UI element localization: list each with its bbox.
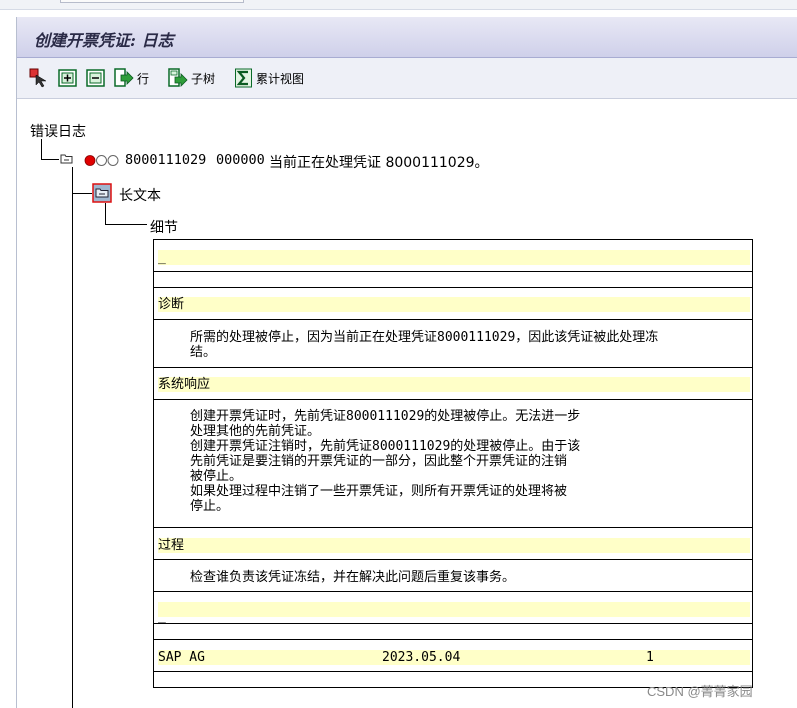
tree-root-label[interactable]: 错误日志 — [30, 121, 86, 141]
select-detail-button[interactable] — [29, 67, 49, 89]
highlight-bar — [158, 538, 750, 553]
divider — [154, 671, 752, 672]
divider — [154, 367, 752, 368]
log-tree-area: 错误日志 8000111029 000000 当前正在处理凭证 80001110… — [17, 99, 797, 708]
system-response-line: 创建开票凭证注销时，先前凭证8000111029的处理被停止。由于该 — [190, 439, 581, 454]
system-response-line: 如果处理过程中注销了一些开票凭证，则所有开票凭证的处理将被 — [190, 484, 568, 499]
message-doc-no: 8000111029 — [125, 152, 207, 168]
collapse-all-icon — [86, 69, 105, 87]
top-tab[interactable] — [60, 0, 244, 3]
divider — [154, 287, 752, 288]
sigma-icon — [235, 68, 252, 88]
system-response-line: 处理其他的先前凭证。 — [190, 424, 321, 439]
highlight-bar — [158, 297, 750, 312]
top-strip — [0, 0, 797, 10]
collapse-all-button[interactable] — [86, 67, 106, 89]
row-icon — [114, 68, 134, 87]
title-bar: 创建开票凭证: 日志 — [17, 17, 797, 58]
footer-date: 2023.05.04 — [382, 650, 461, 665]
system-response-line: 创建开票凭证时，先前凭证8000111029的处理被停止。无法进一步 — [190, 409, 581, 424]
system-response-text: 创建开票凭证时，先前凭证8000111029的处理被停止。无法进一步 处理其他的… — [190, 409, 580, 514]
tree-line — [105, 224, 147, 225]
cumulative-view-label: 累计视图 — [256, 71, 305, 86]
footer-page: 1 — [646, 650, 654, 665]
divider — [154, 399, 752, 400]
highlight-bar — [158, 250, 750, 265]
subtree-icon — [168, 68, 188, 87]
tree-line — [72, 167, 73, 708]
highlight-bar — [158, 377, 750, 392]
cursor-line[interactable]: _ — [158, 250, 166, 265]
tree-line — [105, 203, 106, 225]
sap-window: 创建开票凭证: 日志 行 子树 累计视图 错误日志 8000111029 000… — [16, 17, 797, 708]
cursor-line-2[interactable]: _ — [158, 609, 166, 624]
divider — [154, 527, 752, 528]
diagnosis-header: 诊断 — [158, 297, 185, 312]
expand-all-icon — [58, 69, 77, 87]
cumulative-view-button[interactable]: 累计视图 — [235, 67, 304, 89]
divider — [154, 639, 752, 640]
long-text-node-label[interactable]: 长文本 — [119, 185, 161, 205]
system-response-header: 系统响应 — [158, 377, 211, 392]
watermark-text: CSDN @菁菁家园 — [647, 684, 753, 699]
row-button-label: 行 — [137, 71, 150, 86]
divider — [154, 591, 752, 592]
row-button[interactable]: 行 — [114, 67, 149, 89]
system-response-line: 先前凭证是要注销的开票凭证的一部分，因此整个开票凭证的注销 — [190, 454, 568, 469]
system-response-line: 被停止。 — [190, 469, 243, 484]
message-seq: 000000 — [216, 152, 265, 168]
long-text-box: _ 诊断 所需的处理被停止，因为当前正在处理凭证8000111029，因此该凭证… — [153, 239, 753, 688]
folder-toggle-icon[interactable] — [60, 153, 74, 165]
toolbar: 行 子树 累计视图 — [17, 58, 797, 99]
divider — [154, 559, 752, 560]
divider — [154, 319, 752, 320]
select-detail-icon — [29, 68, 47, 88]
expand-all-button[interactable] — [58, 67, 78, 89]
procedure-header: 过程 — [158, 538, 185, 553]
divider — [154, 623, 752, 624]
message-text: 当前正在处理凭证 8000111029。 — [269, 155, 489, 171]
diagnosis-text: 所需的处理被停止，因为当前正在处理凭证8000111029，因此该凭证被此处理冻… — [190, 330, 659, 360]
traffic-light-red-icon — [84, 155, 119, 166]
tree-line — [41, 139, 42, 160]
subtree-button[interactable]: 子树 — [168, 67, 215, 89]
window-title: 创建开票凭证: 日志 — [34, 31, 174, 50]
divider — [154, 271, 752, 272]
highlight-bar — [158, 602, 750, 617]
system-response-line: 停止。 — [190, 499, 230, 514]
long-text-node-icon[interactable] — [92, 183, 112, 203]
footer-company: SAP AG — [158, 650, 205, 665]
tree-line — [72, 193, 92, 194]
tree-line — [41, 159, 59, 160]
subtree-button-label: 子树 — [191, 71, 216, 86]
detail-node-label[interactable]: 细节 — [150, 217, 178, 237]
procedure-text: 检查谁负责该凭证冻结，并在解决此问题后重复该事务。 — [190, 570, 516, 585]
